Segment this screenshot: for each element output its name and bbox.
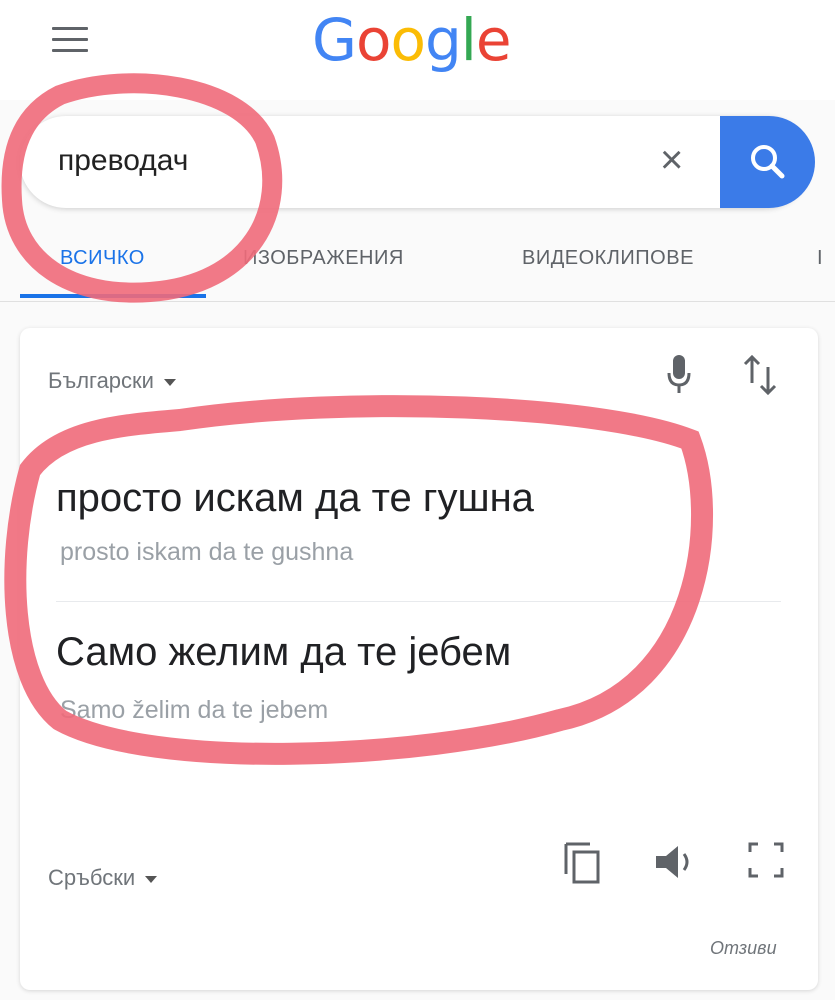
mic-icon[interactable] — [667, 353, 691, 395]
search-button[interactable] — [720, 116, 815, 208]
logo-letter-e: e — [475, 6, 512, 74]
search-query-text[interactable]: преводач — [58, 144, 188, 178]
chevron-down-icon — [145, 875, 158, 883]
translated-transliteration: Samo želim da te jebem — [60, 696, 329, 724]
copy-icon[interactable] — [560, 838, 604, 886]
logo-letter-g2: g — [424, 6, 462, 74]
expand-icon[interactable] — [746, 840, 786, 880]
active-tab-indicator — [20, 294, 206, 298]
tab-videos[interactable]: ВИДЕОКЛИПОВЕ — [522, 247, 694, 270]
swap-icon[interactable] — [740, 353, 780, 395]
google-logo[interactable]: Google — [312, 6, 512, 74]
source-text[interactable]: просто искам да те гушна — [56, 476, 534, 521]
top-bar: Google — [0, 0, 835, 100]
chevron-down-icon — [163, 378, 176, 386]
source-language-select[interactable]: Български — [48, 368, 176, 394]
translated-text: Само желим да те јебем — [56, 630, 512, 674]
translation-divider — [56, 601, 781, 602]
feedback-link[interactable]: Отзиви — [710, 938, 777, 959]
hamburger-menu-icon[interactable] — [52, 27, 88, 57]
logo-letter-o1: o — [355, 6, 391, 74]
search-tabs: ВСИЧКО ИЗОБРАЖЕНИЯ ВИДЕОКЛИПОВЕ І — [0, 225, 835, 300]
source-language-label: Български — [48, 368, 154, 393]
logo-letter-g: G — [312, 6, 357, 74]
speaker-icon[interactable] — [652, 838, 702, 886]
tab-more[interactable]: І — [817, 247, 823, 270]
logo-letter-l: l — [460, 6, 477, 74]
search-icon — [751, 145, 785, 179]
search-input[interactable]: преводач × — [20, 116, 810, 208]
translator-card: Български просто искам да те гушна prost… — [20, 328, 818, 990]
source-transliteration: prosto iskam da te gushna — [60, 538, 354, 566]
target-language-label: Сръбски — [48, 865, 136, 890]
target-language-select[interactable]: Сръбски — [48, 865, 158, 891]
clear-icon[interactable]: × — [660, 140, 683, 180]
logo-letter-o2: o — [390, 6, 425, 74]
tab-all[interactable]: ВСИЧКО — [60, 247, 145, 270]
tabs-divider — [0, 301, 835, 302]
tab-images[interactable]: ИЗОБРАЖЕНИЯ — [243, 247, 404, 270]
